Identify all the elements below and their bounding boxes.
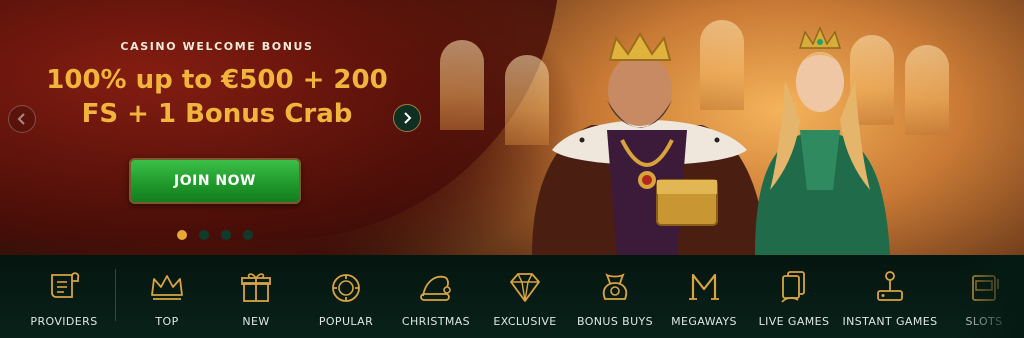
nav-label: INSTANT GAMES [842, 315, 938, 328]
carousel-dot-4[interactable] [243, 230, 253, 240]
cards-hand-icon [781, 271, 805, 303]
category-nav: PROVIDERS TOP NEW POPULAR CHRISTMAS EXCL… [0, 255, 1024, 338]
queen-illustration [755, 26, 890, 255]
promo-headline-line2: FS + 1 Bonus Crab [81, 99, 353, 129]
castle-window-decoration [905, 45, 949, 135]
nav-label: LIVE GAMES [758, 315, 830, 328]
promo-headline: 100% up to €500 + 200 FS + 1 Bonus Crab [0, 63, 434, 131]
nav-item-christmas[interactable]: CHRISTMAS [386, 267, 486, 328]
santa-hat-icon [420, 275, 451, 301]
slot-machine-icon [972, 275, 999, 301]
nav-label: NEW [242, 315, 270, 328]
chevron-left-icon [17, 113, 25, 125]
castle-window-decoration [440, 40, 484, 130]
bonus-bag-icon [602, 273, 628, 300]
gift-box-icon [241, 273, 271, 302]
promo-eyebrow: CASINO WELCOME BONUS [120, 40, 314, 53]
nav-label: SLOTS [965, 315, 1003, 328]
scroll-icon [51, 272, 80, 298]
nav-item-megaways[interactable]: MEGAWAYS [654, 267, 754, 328]
nav-item-providers[interactable]: PROVIDERS [14, 267, 114, 328]
poker-chip-icon [332, 274, 360, 302]
nav-item-slots[interactable]: SLOTS [934, 267, 1024, 328]
hero-banner: CASINO WELCOME BONUS 100% up to €500 + 2… [0, 0, 1024, 255]
megaways-m-icon [689, 273, 719, 300]
king-illustration [532, 32, 767, 255]
nav-label: EXCLUSIVE [493, 315, 557, 328]
nav-item-bonus-buys[interactable]: BONUS BUYS [565, 267, 665, 328]
diamond-icon [510, 273, 540, 302]
nav-label: CHRISTMAS [401, 315, 471, 328]
nav-item-live-games[interactable]: LIVE GAMES [744, 267, 844, 328]
nav-label: MEGAWAYS [671, 315, 737, 328]
promo-text-block: CASINO WELCOME BONUS 100% up to €500 + 2… [0, 40, 434, 131]
nav-item-top[interactable]: TOP [117, 267, 217, 328]
nav-label: PROVIDERS [30, 315, 98, 328]
chevron-right-icon [404, 112, 412, 124]
promo-headline-line1: 100% up to €500 + 200 [46, 65, 388, 95]
nav-label: BONUS BUYS [576, 315, 654, 328]
carousel-next-button[interactable] [393, 104, 421, 132]
carousel-dot-2[interactable] [199, 230, 209, 240]
joystick-icon [877, 271, 903, 301]
nav-item-instant-games[interactable]: INSTANT GAMES [840, 267, 940, 328]
join-now-button[interactable]: JOIN NOW [129, 158, 301, 204]
nav-item-exclusive[interactable]: EXCLUSIVE [475, 267, 575, 328]
carousel-prev-button[interactable] [8, 105, 36, 133]
nav-item-new[interactable]: NEW [206, 267, 306, 328]
nav-label: TOP [155, 315, 179, 328]
carousel-dot-1[interactable] [177, 230, 187, 240]
nav-label: POPULAR [318, 315, 374, 328]
nav-item-popular[interactable]: POPULAR [296, 267, 396, 328]
nav-divider [115, 269, 116, 321]
crown-icon [151, 275, 183, 300]
carousel-dot-3[interactable] [221, 230, 231, 240]
carousel-pagination [177, 230, 253, 240]
